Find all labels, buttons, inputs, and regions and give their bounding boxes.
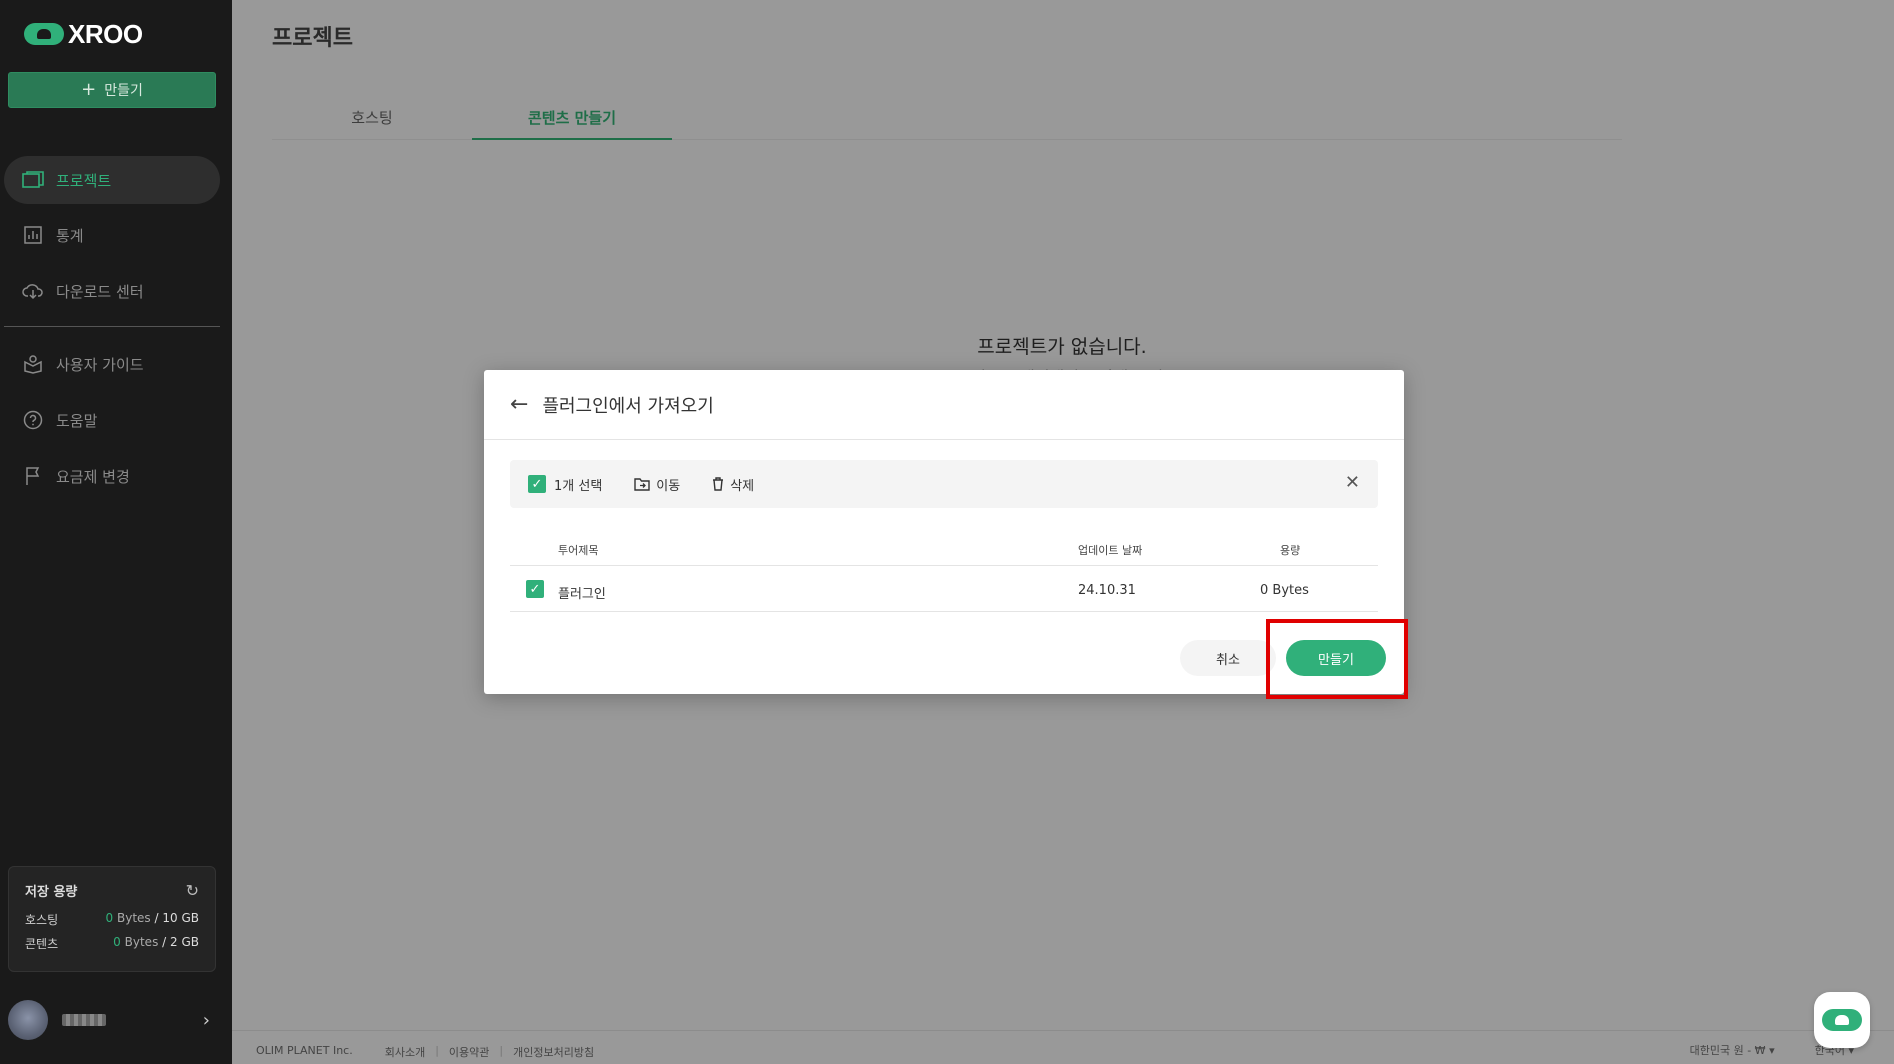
delete-label: 삭제 [730, 478, 755, 494]
currency-label: 대한민국 원 - ₩ [1689, 1044, 1766, 1057]
tab-content-create[interactable]: 콘텐츠 만들기 [472, 104, 672, 140]
storage-hosting-used: 0 [105, 911, 114, 925]
column-header-size[interactable]: 용량 [1280, 542, 1300, 558]
sidebar-item-help[interactable]: 도움말 [4, 396, 220, 444]
sidebar-item-label: 프로젝트 [56, 171, 112, 190]
sidebar-divider [4, 326, 220, 327]
storage-hosting-label: 호스팅 [25, 913, 59, 927]
refresh-icon[interactable]: ↻ [186, 881, 199, 900]
storage-content-row: 콘텐츠 0 Bytes / 2 GB [25, 935, 199, 952]
chart-icon [22, 224, 44, 246]
selection-toolbar: ✓ 1개 선택 이동 삭제 ✕ [510, 460, 1378, 508]
empty-state-title: 프로젝트가 없습니다. [977, 336, 1147, 358]
column-header-title[interactable]: 투어제목 [558, 542, 598, 558]
sidebar-item-projects[interactable]: 프로젝트 [4, 156, 220, 204]
delete-button[interactable]: 삭제 [712, 475, 754, 494]
trash-icon [713, 477, 724, 491]
table-header: 투어제목 업데이트 날짜 용량 [510, 530, 1378, 566]
table-row[interactable]: ✓ 플러그인 24.10.31 0 Bytes [510, 576, 1378, 612]
sidebar-item-plan-change[interactable]: 요금제 변경 [4, 452, 220, 500]
storage-title: 저장 용량 [25, 885, 78, 900]
storage-content-label: 콘텐츠 [25, 937, 59, 951]
sidebar-item-label: 요금제 변경 [56, 467, 130, 486]
sidebar-item-label: 도움말 [56, 411, 98, 430]
footer-separator: | [499, 1044, 504, 1057]
currency-select[interactable]: 대한민국 원 - ₩ ▾ [1690, 1042, 1775, 1058]
cloud-download-icon [22, 280, 44, 302]
sidebar-item-stats[interactable]: 통계 [4, 211, 220, 259]
logo-mark-icon [24, 23, 64, 45]
footer-link-terms[interactable]: 이용약관 [449, 1044, 489, 1060]
footer-company: OLIM PLANET Inc. [256, 1044, 353, 1057]
sidebar-item-download-center[interactable]: 다운로드 센터 [4, 267, 220, 315]
storage-panel: 저장 용량 ↻ 호스팅 0 Bytes / 10 GB 콘텐츠 0 Bytes … [8, 866, 216, 972]
plus-icon: + [81, 79, 97, 100]
selection-count: 1개 선택 [554, 478, 603, 494]
back-arrow-icon[interactable]: ← [510, 392, 528, 417]
cancel-button[interactable]: 취소 [1180, 640, 1276, 676]
avatar [8, 1000, 48, 1040]
tab-hosting[interactable]: 호스팅 [272, 104, 472, 140]
storage-content-total: / 2 GB [162, 935, 199, 949]
storage-content-unit: Bytes [124, 935, 159, 949]
row-date: 24.10.31 [1078, 583, 1136, 598]
sidebar: XROO + 만들기 프로젝트 통계 다운로드 센터 사용자 가이드 도움말 요… [0, 0, 232, 1064]
chevron-right-icon: › [202, 1009, 210, 1031]
chat-fab-button[interactable] [1814, 992, 1870, 1048]
row-size: 0 Bytes [1260, 583, 1309, 598]
sidebar-item-label: 다운로드 센터 [56, 282, 144, 301]
help-icon [22, 409, 44, 431]
footer-link-about[interactable]: 회사소개 [385, 1044, 425, 1060]
folder-move-icon [634, 478, 650, 491]
column-header-updated[interactable]: 업데이트 날짜 [1078, 542, 1142, 558]
select-all-checkbox[interactable]: ✓ [528, 475, 546, 493]
user-profile[interactable]: › [8, 998, 216, 1042]
footer: OLIM PLANET Inc. 회사소개 | 이용약관 | 개인정보처리방침 … [232, 1030, 1894, 1064]
storage-hosting-total: / 10 GB [154, 911, 199, 925]
close-icon[interactable]: ✕ [1345, 472, 1360, 493]
footer-separator: | [435, 1044, 439, 1057]
sidebar-item-label: 통계 [56, 226, 84, 245]
sidebar-item-user-guide[interactable]: 사용자 가이드 [4, 340, 220, 388]
create-button-label: 만들기 [104, 83, 143, 99]
storage-hosting-unit: Bytes [117, 911, 151, 925]
xroo-logo[interactable]: XROO [24, 18, 143, 49]
row-title: 플러그인 [558, 587, 606, 602]
folder-icon [22, 169, 44, 191]
storage-content-used: 0 [113, 935, 121, 949]
xroo-chat-icon [1822, 1009, 1862, 1031]
row-checkbox[interactable]: ✓ [526, 580, 544, 598]
highlight-box [1266, 619, 1408, 699]
sidebar-create-button[interactable]: + 만들기 [8, 72, 216, 108]
storage-hosting-row: 호스팅 0 Bytes / 10 GB [25, 911, 199, 928]
tab-bar: 호스팅 콘텐츠 만들기 [272, 104, 1622, 140]
guide-icon [22, 353, 44, 375]
storage-content-value: 0 Bytes / 2 GB [113, 935, 199, 952]
caret-down-icon: ▾ [1769, 1044, 1775, 1057]
page-title: 프로젝트 [272, 26, 353, 51]
username-blurred [62, 1014, 106, 1026]
move-label: 이동 [656, 478, 681, 494]
move-button[interactable]: 이동 [634, 475, 680, 494]
sidebar-item-label: 사용자 가이드 [56, 355, 144, 374]
footer-link-privacy[interactable]: 개인정보처리방침 [513, 1044, 594, 1060]
logo-text: XROO [68, 18, 143, 49]
storage-hosting-value: 0 Bytes / 10 GB [106, 911, 199, 928]
modal-header: ← 플러그인에서 가져오기 [484, 370, 1404, 440]
modal-title: 플러그인에서 가져오기 [542, 395, 714, 417]
flag-icon [22, 465, 44, 487]
